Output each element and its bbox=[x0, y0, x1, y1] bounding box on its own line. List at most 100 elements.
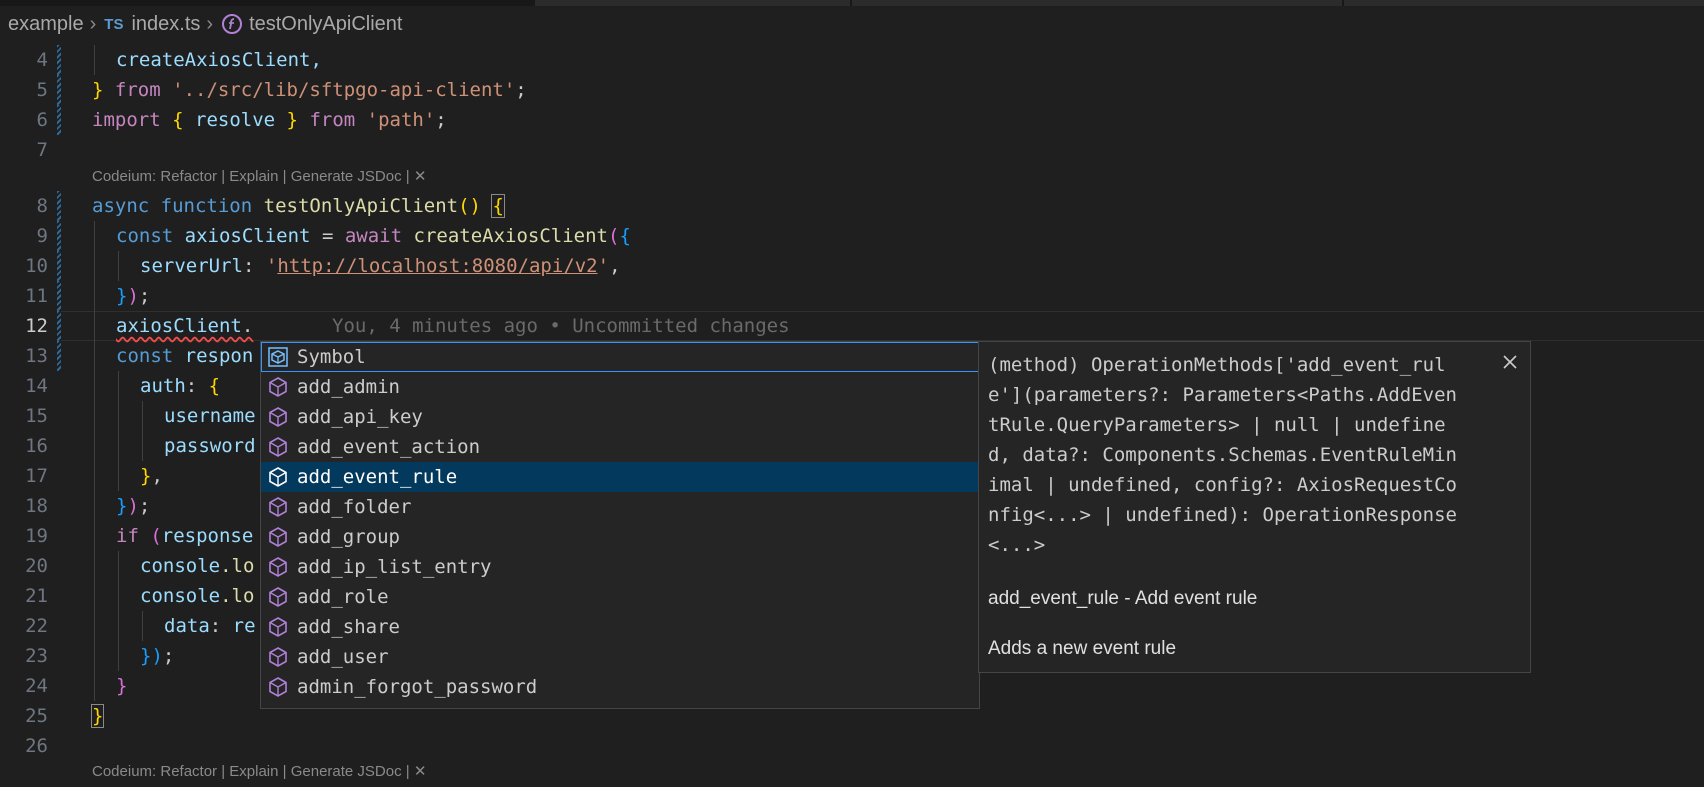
brace: } bbox=[140, 645, 152, 667]
codeium-codelens[interactable]: Codeium: Refactor | Explain | Generate J… bbox=[92, 162, 426, 192]
chevron-right-icon: › bbox=[206, 12, 214, 35]
git-change-marker bbox=[57, 341, 61, 371]
suggestion-item[interactable]: add_event_action bbox=[261, 432, 979, 462]
line-number: 14 bbox=[25, 375, 48, 397]
line-number: 23 bbox=[25, 645, 48, 667]
identifier: console bbox=[140, 555, 221, 577]
suggestion-item[interactable]: Symbol bbox=[261, 342, 979, 372]
suggestion-item[interactable]: admin_forgot_password bbox=[261, 672, 979, 702]
code-text: console.lo bbox=[140, 581, 254, 611]
git-change-marker bbox=[57, 281, 61, 311]
suggestion-item[interactable]: add_ip_list_entry bbox=[261, 552, 979, 582]
breadcrumb-symbol[interactable]: testOnlyApiClient bbox=[249, 13, 402, 36]
indent-guide bbox=[94, 281, 95, 311]
git-change-marker bbox=[57, 311, 61, 341]
indent-guide bbox=[118, 251, 119, 281]
keyword: const bbox=[116, 345, 174, 367]
git-change-marker bbox=[57, 221, 61, 251]
breadcrumb-folder[interactable]: example bbox=[0, 13, 84, 36]
punctuation: . bbox=[241, 315, 254, 337]
line-number: 4 bbox=[36, 49, 48, 71]
indent-guide bbox=[118, 551, 119, 581]
suggestion-item[interactable]: add_admin bbox=[261, 372, 979, 402]
suggestion-item[interactable]: add_group bbox=[261, 522, 979, 552]
punctuation: : bbox=[185, 375, 198, 397]
breadcrumb-file[interactable]: index.ts bbox=[131, 13, 200, 36]
indent-guide bbox=[94, 251, 95, 281]
method-cube-icon bbox=[269, 527, 287, 547]
paren: ) bbox=[127, 495, 139, 517]
identifier: resolve bbox=[195, 109, 276, 131]
brace: } bbox=[286, 109, 298, 131]
code-text: auth: { bbox=[140, 371, 220, 401]
line-number: 24 bbox=[25, 675, 48, 697]
indent-guide bbox=[118, 611, 119, 641]
line-number: 16 bbox=[25, 435, 48, 457]
suggestion-item[interactable]: add_role bbox=[261, 582, 979, 612]
suggestion-label: add_api_key bbox=[297, 406, 423, 428]
punctuation: , bbox=[609, 255, 621, 277]
punctuation: ; bbox=[435, 109, 447, 131]
method-cube-icon bbox=[269, 437, 287, 457]
suggestion-item[interactable]: add_user bbox=[261, 642, 979, 672]
keyword: const bbox=[116, 225, 174, 247]
git-change-marker bbox=[57, 191, 61, 221]
doc-title: add_event_rule - Add event rule bbox=[988, 588, 1258, 609]
indent-guide bbox=[94, 491, 95, 521]
brace: { bbox=[208, 375, 221, 397]
line-number: 25 bbox=[25, 705, 48, 727]
identifier-error: axiosClient bbox=[116, 315, 242, 337]
suggestion-label: Symbol bbox=[297, 346, 366, 368]
paren: ( bbox=[607, 225, 620, 247]
punctuation: ; bbox=[138, 285, 151, 307]
operator: = bbox=[321, 225, 334, 247]
code-text: } from '../src/lib/sftpgo-api-client'; bbox=[92, 75, 527, 105]
indent-guide bbox=[94, 461, 95, 491]
suggestion-item-selected[interactable]: add_event_rule bbox=[261, 462, 979, 492]
code-text: password bbox=[164, 431, 256, 461]
brace: } bbox=[116, 675, 128, 697]
suggestion-label: add_admin bbox=[297, 376, 400, 398]
punctuation: ; bbox=[138, 495, 151, 517]
indent-guide bbox=[94, 371, 95, 401]
line-number: 5 bbox=[36, 79, 48, 101]
suggestion-item[interactable]: add_share bbox=[261, 612, 979, 642]
code-text: data: re bbox=[164, 611, 256, 641]
indent-guide bbox=[118, 431, 119, 461]
punctuation: ; bbox=[515, 79, 527, 101]
autocomplete-suggest-widget[interactable]: Symbol add_admin add_api_key add_event_a… bbox=[260, 341, 980, 709]
code-text: console.lo bbox=[140, 551, 254, 581]
identifier: re bbox=[232, 615, 256, 637]
indent-guide bbox=[94, 401, 95, 431]
punctuation: ; bbox=[162, 645, 175, 667]
keyword: if bbox=[116, 525, 139, 547]
code-line: 10 serverUrl: 'http://localhost:8080/api… bbox=[0, 251, 1704, 281]
quote: ' bbox=[597, 255, 610, 277]
method-cube-icon bbox=[269, 587, 287, 607]
code-text: async function testOnlyApiClient() { bbox=[92, 191, 505, 221]
indent-guide bbox=[94, 521, 95, 551]
line-number: 7 bbox=[36, 139, 48, 161]
line-number: 21 bbox=[25, 585, 48, 607]
property-key: serverUrl bbox=[140, 255, 243, 277]
method-cube-icon bbox=[269, 617, 287, 637]
indent-guide bbox=[118, 641, 119, 671]
indent-guide bbox=[94, 431, 95, 461]
property-key: data bbox=[164, 615, 210, 637]
punctuation: : bbox=[242, 255, 255, 277]
property-key: username bbox=[164, 405, 256, 427]
indent-guide bbox=[118, 371, 119, 401]
url-link[interactable]: http://localhost:8080/api/v2 bbox=[277, 255, 597, 277]
indent-guide bbox=[142, 611, 143, 641]
line-number: 19 bbox=[25, 525, 48, 547]
suggestion-item[interactable]: add_folder bbox=[261, 492, 979, 522]
suggestion-details-panel: (method) OperationMethods['add_event_rul… bbox=[978, 341, 1531, 673]
method-cube-icon bbox=[269, 647, 287, 667]
line-number: 20 bbox=[25, 555, 48, 577]
suggestion-item[interactable]: add_api_key bbox=[261, 402, 979, 432]
keyword: import bbox=[92, 109, 161, 131]
codeium-codelens[interactable]: Codeium: Refactor | Explain | Generate J… bbox=[92, 757, 426, 787]
line-number: 17 bbox=[25, 465, 48, 487]
code-text: const axiosClient = await createAxiosCli… bbox=[116, 221, 631, 251]
close-icon[interactable] bbox=[1500, 352, 1520, 372]
